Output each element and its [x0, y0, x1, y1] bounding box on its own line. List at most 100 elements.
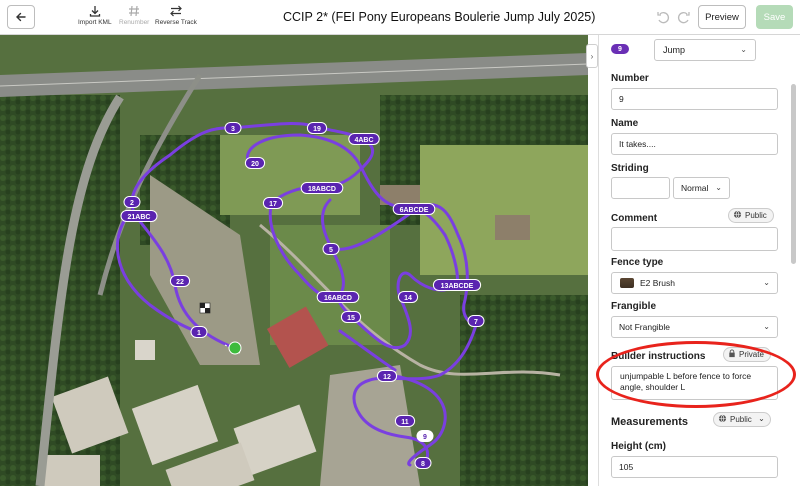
fence-kind-select[interactable]: Jump ⌄ — [654, 39, 756, 61]
fence-marker-label: 18ABCD — [308, 186, 336, 193]
chevron-down-icon: ⌄ — [715, 183, 722, 192]
fence-marker[interactable]: 1 — [190, 326, 208, 338]
renumber-button[interactable]: Renumber — [119, 4, 149, 26]
arrow-left-icon — [16, 12, 26, 22]
fence-marker-label: 1 — [197, 330, 201, 337]
fence-marker[interactable]: 11 — [394, 415, 416, 427]
reverse-track-label: Reverse Track — [155, 19, 197, 26]
builder-instructions-label: Builder instructions — [611, 351, 706, 362]
fence-marker[interactable]: 2 — [123, 196, 141, 208]
undo-button[interactable] — [655, 9, 671, 25]
fence-marker[interactable]: 12 — [376, 370, 398, 382]
top-toolbar: Import KML Renumber Reverse Track CCIP 2… — [0, 0, 800, 35]
fence-marker-label: 20 — [251, 161, 259, 168]
frangible-label: Frangible — [611, 301, 657, 312]
satellite-map[interactable]: 3 19 4ABC 20 2 18ABCD 17 6ABCDE 21ABC 5 22 13ABCDE 1… — [0, 35, 588, 486]
back-button[interactable] — [7, 5, 35, 29]
comment-visibility-label: Public — [745, 211, 767, 220]
fence-marker[interactable]: 4ABC — [348, 133, 380, 145]
fence-marker[interactable]: 20 — [244, 157, 266, 169]
fence-marker[interactable]: 21ABC — [120, 210, 158, 222]
number-input[interactable]: 9 — [611, 88, 778, 110]
fence-marker[interactable]: 16ABCD — [316, 291, 360, 303]
fence-marker-label: 14 — [404, 295, 412, 302]
import-kml-button[interactable]: Import KML — [78, 4, 112, 26]
builder-visibility-label: Private — [739, 350, 764, 359]
swap-arrows-icon — [170, 5, 182, 17]
fence-marker-label: 4ABC — [354, 137, 373, 144]
fence-marker[interactable]: 3 — [224, 122, 242, 134]
comment-visibility-toggle[interactable]: Public — [728, 208, 774, 223]
fence-marker[interactable]: 6ABCDE — [392, 203, 436, 215]
globe-icon — [718, 414, 727, 425]
preview-button[interactable]: Preview — [698, 5, 746, 29]
striding-input[interactable] — [611, 177, 670, 199]
fence-marker-label: 13ABCDE — [441, 283, 474, 290]
fence-markers-layer: 3 194ABC20218ABCD176ABCDE21ABC52213ABCDE1… — [120, 122, 485, 469]
striding-select[interactable]: Normal ⌄ — [673, 177, 730, 199]
import-kml-label: Import KML — [78, 19, 112, 26]
panel-scrollbar[interactable] — [791, 84, 796, 264]
fence-marker[interactable]: 18ABCD — [300, 182, 344, 194]
fence-marker-label: 21ABC — [128, 214, 151, 221]
fence-marker-label: 2 — [130, 200, 134, 207]
striding-select-value: Normal — [681, 183, 709, 193]
fence-marker[interactable]: 8 — [414, 457, 432, 469]
fence-marker-label: 9 — [423, 434, 427, 441]
chevron-down-icon: ⌄ — [740, 45, 747, 54]
page-title: CCIP 2* (FEI Pony Europeans Boulerie Jum… — [283, 10, 596, 24]
comment-label: Comment — [611, 213, 658, 224]
fence-marker-label: 7 — [474, 319, 478, 326]
fence-marker[interactable]: 22 — [169, 275, 191, 287]
fence-marker-label: 8 — [421, 461, 425, 468]
redo-button[interactable] — [676, 9, 692, 25]
height-input[interactable]: 105 — [611, 456, 778, 478]
comment-textarea[interactable] — [611, 227, 778, 251]
chevron-down-icon: ⌄ — [763, 278, 770, 287]
redo-icon — [678, 12, 690, 24]
builder-instructions-textarea[interactable]: unjumpable L before fence to force angle… — [611, 366, 778, 400]
name-label: Name — [611, 118, 639, 129]
builder-visibility-toggle[interactable]: Private — [723, 347, 771, 362]
fence-marker[interactable]: 7 — [467, 315, 485, 327]
chevron-down-icon: ⌄ — [763, 322, 770, 331]
fence-marker-label: 5 — [329, 247, 333, 254]
striding-label: Striding — [611, 163, 649, 174]
fence-marker-label: 19 — [313, 126, 321, 133]
save-button[interactable]: Save — [756, 5, 793, 29]
fence-marker-label: 12 — [383, 374, 391, 381]
fence-marker[interactable]: 19 — [306, 122, 328, 134]
fence-type-select[interactable]: E2 Brush ⌄ — [611, 272, 778, 294]
fence-marker[interactable]: 13ABCDE — [432, 279, 482, 291]
collapse-panel-button[interactable]: › — [586, 44, 598, 68]
fence-marker[interactable]: 9 — [416, 430, 434, 442]
measurements-visibility-toggle[interactable]: Public ⌄ — [713, 412, 771, 427]
fence-marker[interactable]: 14 — [397, 291, 419, 303]
renumber-label: Renumber — [119, 19, 150, 26]
chevron-down-icon: ⌄ — [758, 414, 765, 423]
fence-marker-label: 17 — [269, 201, 277, 208]
undo-icon — [657, 12, 669, 24]
globe-icon — [733, 210, 742, 221]
fence-marker-label: 3 — [231, 126, 235, 133]
measurements-label: Measurements — [611, 416, 689, 428]
download-icon — [89, 6, 100, 17]
fence-marker-label: 22 — [176, 279, 184, 286]
chevron-right-icon: › — [590, 51, 594, 61]
name-input[interactable]: It takes.... — [611, 133, 778, 155]
frangible-value: Not Frangible — [619, 322, 671, 332]
hash-icon — [129, 5, 140, 17]
fence-type-label: Fence type — [611, 257, 664, 268]
frangible-select[interactable]: Not Frangible ⌄ — [611, 316, 778, 338]
fence-marker-label: 6ABCDE — [400, 207, 429, 214]
number-label: Number — [611, 73, 649, 84]
reverse-track-button[interactable]: Reverse Track — [155, 4, 197, 26]
fence-marker[interactable]: 17 — [262, 197, 284, 209]
fence-details-panel: 9 Jump ⌄ Number 9 Name It takes.... Stri… — [598, 35, 800, 486]
measurements-visibility-label: Public — [730, 415, 752, 424]
lock-icon — [728, 349, 736, 360]
fence-marker[interactable]: 15 — [340, 311, 362, 323]
fence-marker[interactable]: 5 — [322, 243, 340, 255]
fence-number-badge: 9 — [611, 44, 629, 54]
fence-marker-label: 15 — [347, 315, 355, 322]
